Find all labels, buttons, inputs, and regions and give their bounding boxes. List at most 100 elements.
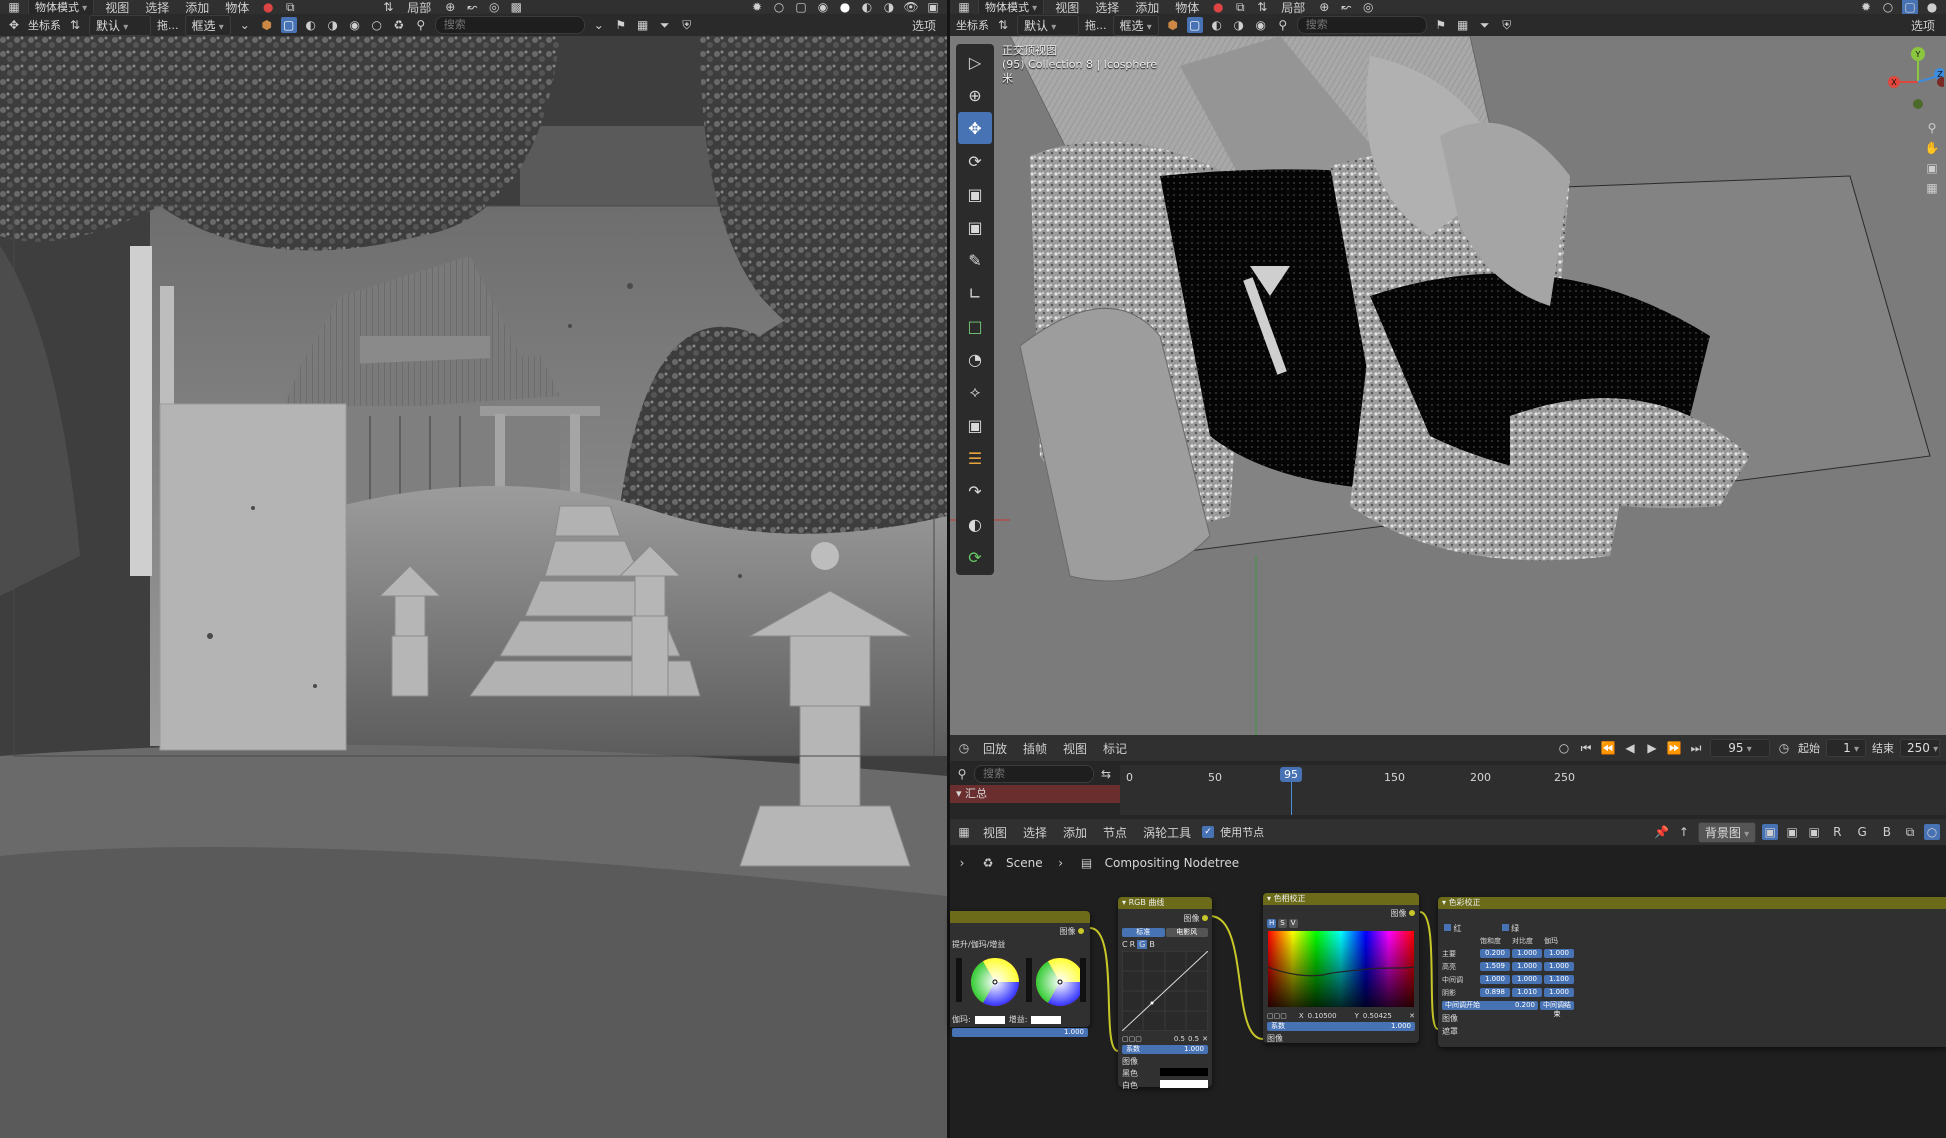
bookmark-icon[interactable]: ⚑ bbox=[1433, 17, 1449, 33]
bookmark-icon[interactable]: ⚑ bbox=[613, 17, 629, 33]
current-frame-field[interactable]: 95 bbox=[1710, 739, 1770, 757]
coords-dropdown[interactable]: 默认 bbox=[89, 14, 151, 36]
shadows-contrast[interactable]: 1.010 bbox=[1512, 988, 1542, 997]
scale-tool-icon[interactable]: ▣ bbox=[958, 178, 992, 210]
menu-view[interactable]: 视图 bbox=[100, 0, 134, 15]
visibility-icon[interactable]: 👁 bbox=[903, 0, 919, 14]
factor-field[interactable]: 1.000 bbox=[952, 1028, 1088, 1037]
channel-c[interactable]: C bbox=[1122, 940, 1128, 949]
search-input[interactable] bbox=[1296, 16, 1427, 34]
midtones-end-field[interactable]: 中间调结束 bbox=[1540, 1001, 1574, 1018]
shade-icon-4[interactable]: ○ bbox=[369, 17, 385, 33]
hue-correct-node[interactable]: ▾ 色相校正 图像 H S V ▢▢▢ X 0.10500 Y 0.50425 … bbox=[1263, 893, 1419, 1043]
master-saturation[interactable]: 0.200 bbox=[1480, 949, 1510, 958]
channel-r[interactable]: R bbox=[1130, 940, 1136, 949]
menu-view[interactable]: 视图 bbox=[1058, 740, 1092, 757]
factor-field[interactable]: 系数 1.000 bbox=[1267, 1022, 1415, 1031]
menu-object[interactable]: 物体 bbox=[220, 0, 254, 15]
pivot-icon[interactable]: ⊕ bbox=[1316, 0, 1332, 14]
summary-row[interactable]: ▾ 汇总 bbox=[950, 785, 1120, 803]
tab-film[interactable]: 电影风 bbox=[1165, 928, 1208, 937]
curve-y-value[interactable]: 0.5 bbox=[1188, 1035, 1199, 1043]
jump-start-icon[interactable]: ⏮ bbox=[1578, 740, 1594, 756]
menu-playback[interactable]: 回放 bbox=[978, 740, 1012, 757]
editor-type-icon[interactable]: ▦ bbox=[6, 0, 22, 14]
channel-h[interactable]: H bbox=[1267, 919, 1277, 928]
editor-type-icon[interactable]: ▦ bbox=[956, 0, 972, 14]
overlay-icon[interactable]: ○ bbox=[771, 0, 787, 14]
snap-icon[interactable]: ⧉ bbox=[282, 0, 298, 14]
rgb-curves-node[interactable]: ▾ RGB 曲线 图像 标准 电影风 C R G B ▢▢▢ 0.5 0.5 ✕… bbox=[1118, 897, 1212, 1090]
channel-g[interactable]: G bbox=[1137, 940, 1148, 949]
color-attribute-icon[interactable]: ⬢ bbox=[259, 17, 275, 33]
highlights-saturation[interactable]: 1.509 bbox=[1480, 962, 1510, 971]
select-mode-dropdown[interactable]: 框选 bbox=[1112, 14, 1159, 36]
wireframe-shading-icon[interactable]: ◉ bbox=[815, 0, 831, 14]
close-icon[interactable]: ✕ bbox=[1202, 1035, 1208, 1043]
move-tool-icon[interactable]: ✥ bbox=[6, 17, 22, 33]
material-shading-icon[interactable]: ◐ bbox=[859, 0, 875, 14]
transform-orientation-icon[interactable]: ⇅ bbox=[380, 0, 396, 14]
pan-hand-icon[interactable]: ✋ bbox=[1924, 140, 1940, 156]
right-viewport-scene[interactable]: 正交顶视图 (95) Collection 8 | Icosphere 米 ▷ … bbox=[950, 36, 1946, 735]
start-frame-field[interactable]: 1 bbox=[1826, 739, 1866, 757]
master-gamma[interactable]: 1.000 bbox=[1544, 949, 1574, 958]
mode-dropdown[interactable]: 物体模式 bbox=[28, 0, 95, 14]
material-icon[interactable]: ● bbox=[1210, 0, 1226, 14]
shade-icon-3[interactable]: ◉ bbox=[1253, 17, 1269, 33]
midtones-saturation[interactable]: 1.000 bbox=[1480, 975, 1510, 984]
select-box-tool-icon[interactable]: ▷ bbox=[958, 46, 992, 78]
method-dropdown[interactable]: 提升/伽玛/增益 bbox=[950, 937, 1090, 952]
filter-icon[interactable]: ⏷ bbox=[1477, 17, 1493, 33]
left-viewport[interactable]: ▦ 物体模式 视图 选择 添加 物体 ● ⧉ ⇅ 局部 ⊕ ↜ ◎ ▩ ✹ ○ … bbox=[0, 0, 947, 1138]
search-input[interactable] bbox=[434, 16, 585, 34]
shade-icon-1[interactable]: ◐ bbox=[1209, 17, 1225, 33]
menu-object[interactable]: 物体 bbox=[1170, 0, 1204, 15]
snapping-icon[interactable]: ↜ bbox=[464, 0, 480, 14]
curve-x-value[interactable]: 0.5 bbox=[1174, 1035, 1185, 1043]
menu-add[interactable]: 添加 bbox=[180, 0, 214, 15]
next-keyframe-icon[interactable]: ⏩ bbox=[1666, 740, 1682, 756]
master-contrast[interactable]: 1.000 bbox=[1512, 949, 1542, 958]
curve-graph[interactable] bbox=[1121, 950, 1209, 1032]
left-viewport-scene[interactable] bbox=[0, 36, 947, 1138]
end-frame-field[interactable]: 250 bbox=[1900, 739, 1940, 757]
white-row[interactable]: 白色 bbox=[1118, 1079, 1212, 1091]
solid-mode-icon[interactable]: ▢ bbox=[280, 17, 297, 33]
grid-icon[interactable]: ▦ bbox=[1924, 180, 1940, 196]
xray-icon[interactable]: ▢ bbox=[793, 0, 809, 14]
channel-b[interactable]: B bbox=[1149, 940, 1155, 949]
solid-shading-icon[interactable]: ● bbox=[1924, 0, 1940, 14]
menu-keying[interactable]: 插帧 bbox=[1018, 740, 1052, 757]
expand-icon[interactable]: ▾ bbox=[956, 787, 962, 800]
menu-select[interactable]: 选择 bbox=[140, 0, 174, 15]
options-dropdown[interactable]: 选项 bbox=[1906, 17, 1940, 34]
move-tool-icon[interactable]: ✥ bbox=[958, 112, 992, 144]
right-viewport[interactable]: ▦ 物体模式 视图 选择 添加 物体 ● ⧉ ⇅ 局部 ⊕ ↜ ◎ ✹ ○ ▢ … bbox=[950, 0, 1946, 735]
pivot-icon[interactable]: ⊕ bbox=[442, 0, 458, 14]
play-reverse-icon[interactable]: ◀ bbox=[1622, 740, 1638, 756]
proportional-icon[interactable]: ◎ bbox=[1360, 0, 1376, 14]
color-attribute-icon[interactable]: ⬢ bbox=[1165, 17, 1181, 33]
annotate-tool-icon[interactable]: ✎ bbox=[958, 244, 992, 276]
transform-dropdown[interactable]: 局部 bbox=[1276, 0, 1310, 15]
color-wheels[interactable] bbox=[950, 952, 1090, 1012]
smooth-tool-icon[interactable]: ◐ bbox=[958, 508, 992, 540]
material-icon[interactable]: ● bbox=[260, 0, 276, 14]
gamma-swatch[interactable] bbox=[974, 1015, 1005, 1024]
rotate-tool-icon[interactable]: ⟳ bbox=[958, 145, 992, 177]
cursor-tool-icon[interactable]: ⊕ bbox=[958, 79, 992, 111]
shield-icon[interactable]: ⛨ bbox=[679, 17, 695, 33]
navigation-gizmo[interactable]: Y X Z bbox=[1888, 42, 1946, 112]
gizmo-toggle-icon[interactable]: ✹ bbox=[749, 0, 765, 14]
shade-icon-2[interactable]: ◑ bbox=[1231, 17, 1247, 33]
playhead-marker[interactable]: 95 bbox=[1280, 767, 1302, 782]
menu-select[interactable]: 选择 bbox=[1090, 0, 1124, 15]
gizmo-toggle-icon[interactable]: ✹ bbox=[1858, 0, 1874, 14]
tab-standard[interactable]: 标准 bbox=[1122, 928, 1165, 937]
color-balance-node[interactable]: 图像 提升/伽玛/增益 伽玛: 增益: 1.000 bbox=[950, 911, 1090, 1037]
sculpt-icon[interactable]: ♻ bbox=[391, 17, 407, 33]
xray-icon[interactable]: ▢ bbox=[1902, 0, 1918, 14]
camera-icon[interactable]: ▣ bbox=[925, 0, 941, 14]
curve-tools[interactable]: ▢▢▢ bbox=[1267, 1012, 1287, 1020]
